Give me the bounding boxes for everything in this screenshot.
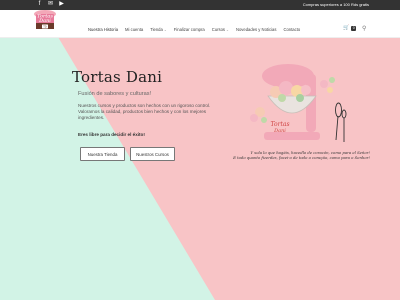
hero-quote: Y sola lo que hagáis, hacedlo de corazón…	[220, 150, 370, 160]
nav-item-historia[interactable]: Nuestra Historia	[88, 27, 118, 32]
hero-subtitle: Fusión de sabores y culturas!	[78, 91, 152, 97]
art-label-line2: Dani	[273, 128, 286, 134]
art-label-line1: Tortas	[270, 121, 289, 128]
nav-item-label: Novedades y Noticias	[235, 27, 277, 32]
top-bar: f ✉ ▶ Compras superiores a 100 Rds grati…	[0, 0, 400, 10]
main-nav: Nuestra Historia Mi cuenta Tienda ⌄ Final…	[88, 27, 307, 32]
nav-item-label: Nuestra Historia	[88, 27, 119, 32]
cart-icon: 🛒	[343, 25, 350, 31]
spoon-icon	[341, 109, 347, 142]
logo-tag: TD	[43, 25, 47, 29]
site-header: Nuestra Historia Mi cuenta Tienda ⌄ Final…	[0, 10, 400, 38]
search-icon[interactable]: ⚲	[362, 25, 366, 32]
hero-cta-text: Eres libre para decidir el éxito!	[78, 132, 145, 137]
nav-item-label: Finalizar compra	[173, 27, 205, 32]
social-links: f ✉ ▶	[36, 1, 65, 8]
shop-button[interactable]: Nuestra Tienda	[80, 147, 125, 161]
nav-item-cursos[interactable]: Cursos ⌄	[212, 27, 229, 32]
hero-title: Tortas Dani	[72, 68, 163, 86]
hero-description: Nuestros cursos y productos son hechos c…	[78, 103, 211, 121]
nav-item-contacto[interactable]: Contacto	[283, 27, 300, 32]
mixer-illustration: Tortas Dani	[250, 64, 347, 142]
nav-item-label: Tienda	[150, 27, 163, 32]
nav-item-novedades[interactable]: Novedades y Noticias	[236, 27, 277, 32]
whisk-icon	[335, 102, 342, 141]
promo-text: Compras superiores a 100 Rds gratis	[302, 2, 369, 7]
site-logo[interactable]: Tortas Dani TD	[32, 10, 58, 32]
logo-text-line2: Dani	[38, 18, 51, 24]
facebook-icon[interactable]: f	[36, 1, 43, 8]
email-icon[interactable]: ✉	[47, 1, 54, 8]
courses-button[interactable]: Nuestros Cursos	[130, 147, 175, 161]
nav-item-label: Contacto	[283, 27, 301, 32]
nav-item-tienda[interactable]: Tienda ⌄	[150, 27, 167, 32]
chevron-down-icon: ⌄	[226, 27, 229, 32]
nav-item-finalizar-compra[interactable]: Finalizar compra	[174, 27, 205, 32]
cart-count-badge: 0	[351, 25, 357, 31]
nav-item-label: Cursos	[211, 27, 225, 32]
nav-item-label: Mi cuenta	[125, 27, 144, 32]
chevron-down-icon: ⌄	[163, 27, 167, 32]
cart-button[interactable]: 🛒 0	[343, 25, 357, 31]
quote-line-2: E todo quanto fizerdes, fazei-o de todo …	[233, 155, 370, 160]
youtube-icon[interactable]: ▶	[58, 1, 65, 8]
nav-item-mi-cuenta[interactable]: Mi cuenta	[125, 27, 143, 32]
